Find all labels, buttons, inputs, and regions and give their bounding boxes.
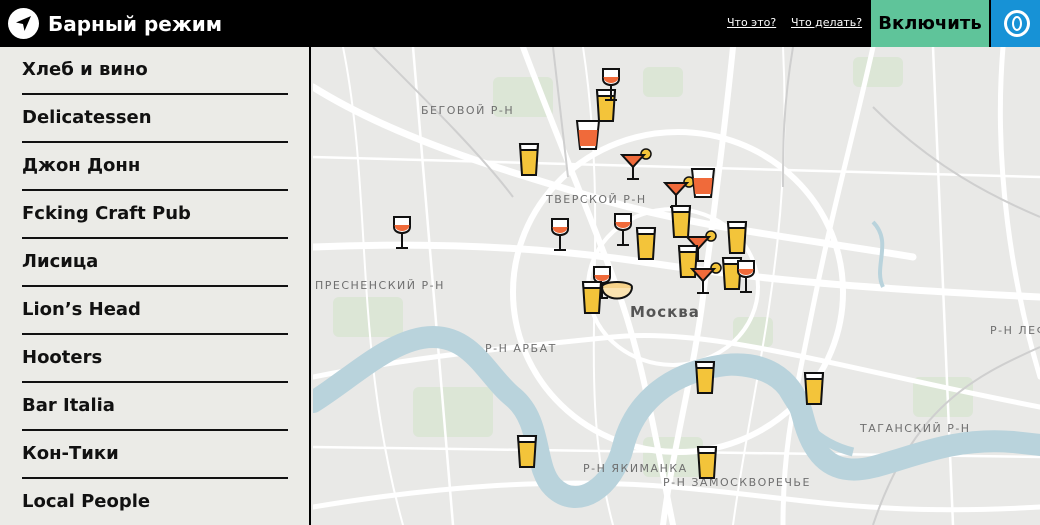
navigation-arrow-icon bbox=[8, 8, 39, 39]
beer-glass-icon[interactable] bbox=[518, 141, 540, 181]
map[interactable]: БЕГОВОЙ Р-Н ТВЕРСКОЙ Р-Н ПРЕСНЕНСКИЙ Р-Н… bbox=[313, 47, 1040, 525]
bar-item[interactable]: Bar Italia bbox=[22, 383, 288, 431]
shot-glass-icon[interactable] bbox=[690, 167, 716, 203]
cocktail-glass-icon[interactable] bbox=[689, 261, 724, 299]
beer-glass-icon[interactable] bbox=[635, 225, 657, 265]
cocktail-glass-icon[interactable] bbox=[619, 147, 654, 185]
beer-glass-icon[interactable] bbox=[516, 433, 538, 473]
bar-item[interactable]: Лисица bbox=[22, 239, 288, 287]
district-label: ТАГАНСКИЙ Р-Н bbox=[860, 422, 971, 435]
beer-glass-icon[interactable] bbox=[694, 359, 716, 399]
bar-item[interactable]: Джон Донн bbox=[22, 143, 288, 191]
top-bar: Барный режим Что это? Что делать? Включи… bbox=[0, 0, 1040, 47]
bar-item[interactable]: Lion’s Head bbox=[22, 287, 288, 335]
wine-glass-icon[interactable] bbox=[735, 259, 757, 299]
district-label: ТВЕРСКОЙ Р-Н bbox=[546, 193, 647, 206]
bar-item[interactable]: Hooters bbox=[22, 335, 288, 383]
wine-glass-icon[interactable] bbox=[549, 217, 571, 257]
district-label: Р-Н ЛЕФО bbox=[990, 324, 1040, 337]
app-title: Барный режим bbox=[48, 12, 223, 36]
bar-item[interactable]: Кон-Тики bbox=[22, 431, 288, 479]
bar-item[interactable]: Хлеб и вино bbox=[22, 47, 288, 95]
what-is-it-link[interactable]: Что это? bbox=[727, 16, 776, 30]
bar-item[interactable]: Fcking Craft Pub bbox=[22, 191, 288, 239]
bar-item[interactable]: Local People bbox=[22, 479, 288, 525]
district-label: БЕГОВОЙ Р-Н bbox=[421, 104, 515, 117]
bar-list: Хлеб и вино Delicatessen Джон Донн Fckin… bbox=[0, 47, 311, 525]
beer-glass-icon[interactable] bbox=[696, 444, 718, 484]
district-label: Р-Н ЗАМОСКВОРЕЧЬЕ bbox=[663, 476, 811, 489]
wine-glass-icon[interactable] bbox=[391, 215, 413, 255]
district-label: ПРЕСНЕНСКИЙ Р-Н bbox=[315, 279, 445, 292]
district-label: Р-Н АРБАТ bbox=[485, 342, 557, 355]
wine-glass-icon[interactable] bbox=[600, 67, 622, 107]
logo-button[interactable] bbox=[991, 0, 1040, 47]
beer-glass-icon[interactable] bbox=[726, 219, 748, 259]
what-to-do-link[interactable]: Что делать? bbox=[791, 16, 862, 30]
beer-glass-icon[interactable] bbox=[803, 370, 825, 410]
bar-item[interactable]: Delicatessen bbox=[22, 95, 288, 143]
district-label: Р-Н ЯКИМАНКА bbox=[583, 462, 688, 475]
wine-glass-icon[interactable] bbox=[612, 212, 634, 252]
enable-button[interactable]: Включить bbox=[871, 0, 989, 47]
bowl-icon[interactable] bbox=[600, 280, 634, 310]
city-label: Москва bbox=[630, 303, 700, 321]
